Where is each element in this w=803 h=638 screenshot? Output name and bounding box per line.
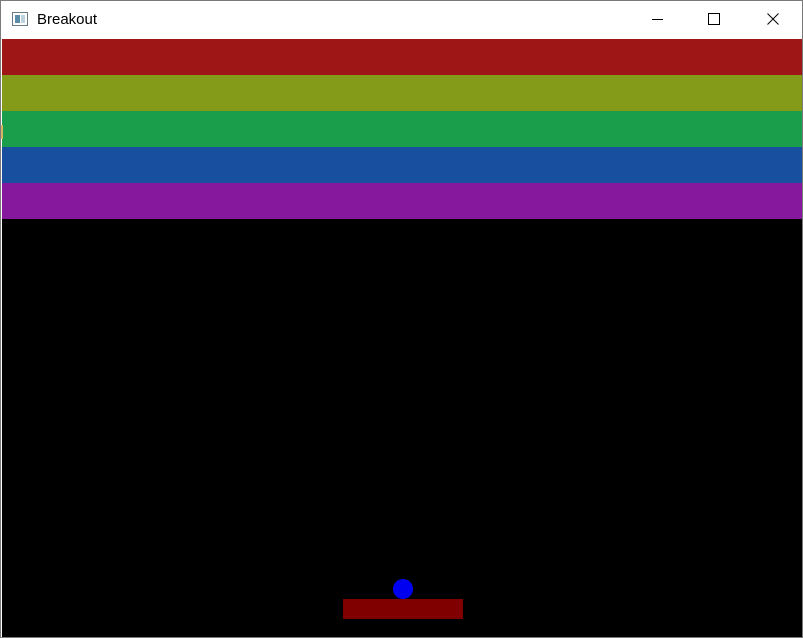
paddle[interactable]	[343, 599, 463, 619]
brick-row-3	[2, 111, 802, 147]
brick-row-2	[2, 75, 802, 111]
ball	[393, 579, 413, 599]
game-canvas[interactable]	[2, 39, 802, 637]
maximize-button[interactable]	[686, 1, 744, 38]
app-icon-pane-left	[15, 15, 20, 23]
close-button[interactable]	[744, 1, 802, 38]
window-edge-mark	[1, 125, 3, 139]
close-icon	[767, 13, 779, 25]
window-title: Breakout	[37, 11, 98, 28]
maximize-icon	[708, 13, 720, 25]
brick-row-4	[2, 147, 802, 183]
breakout-window: Breakout	[0, 0, 803, 638]
app-window-icon[interactable]	[12, 12, 28, 26]
brick-row-1	[2, 39, 802, 75]
title-bar[interactable]: Breakout	[1, 1, 802, 38]
minimize-button[interactable]	[628, 1, 686, 38]
brick-row-5	[2, 183, 802, 219]
app-icon-pane-right	[21, 15, 25, 23]
minimize-icon	[652, 19, 663, 20]
